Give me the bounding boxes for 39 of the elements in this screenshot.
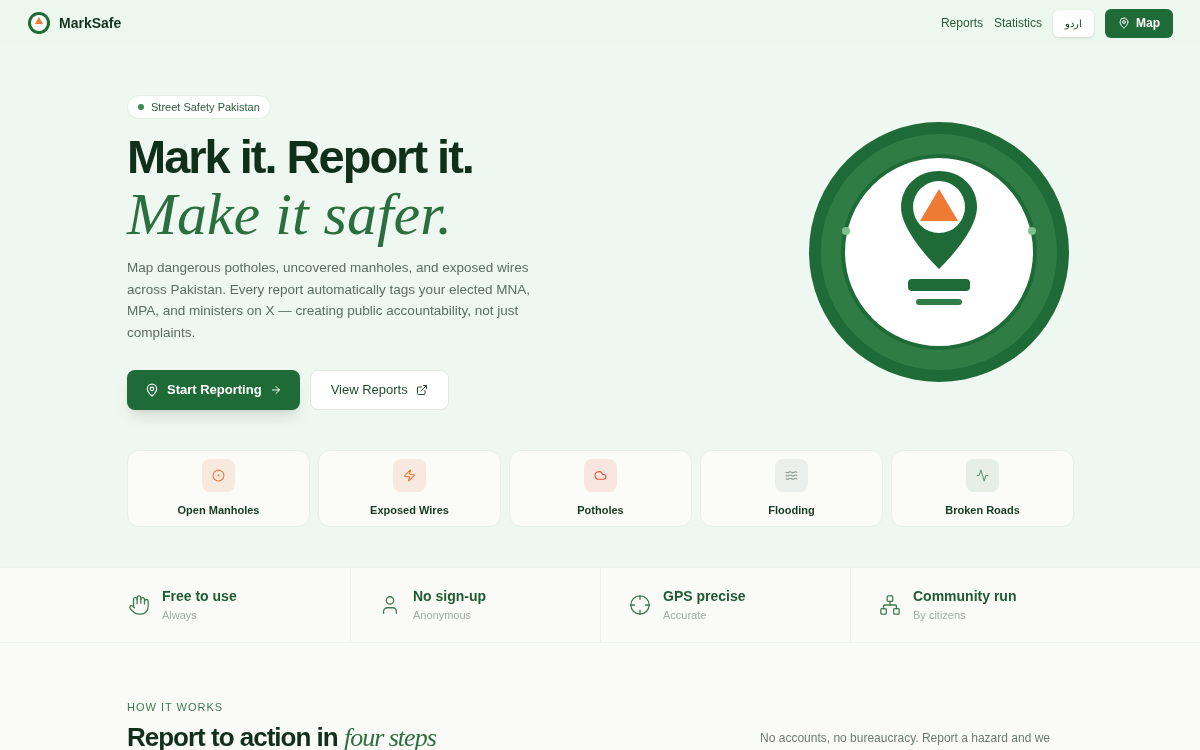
- category-label: Potholes: [577, 502, 624, 518]
- arrow-icon: [269, 384, 282, 396]
- feature-subtitle: By citizens: [913, 608, 967, 624]
- nav-link[interactable]: Statistics: [994, 14, 1042, 32]
- brand-name: MarkSafe: [59, 13, 122, 33]
- category-label: Exposed Wires: [370, 502, 449, 518]
- nav-link[interactable]: Reports: [940, 14, 983, 32]
- feature-title: Free to use: [162, 587, 237, 607]
- category-card[interactable]: Potholes: [509, 450, 692, 527]
- hero-description: Map dangerous potholes, uncovered manholes, and exposed wires across Pakistan. Every report automatically tags your elected MNA, MPA, and ministers on X — creating public accountability, not just complaints.: [127, 259, 531, 342]
- pin-icon: [1118, 17, 1130, 29]
- network-icon: [879, 594, 901, 616]
- feature-subtitle: Always: [162, 608, 198, 624]
- section-eyebrow: HOW IT WORKS: [127, 700, 225, 715]
- category-card[interactable]: Broken Roads: [891, 450, 1074, 527]
- section-intro: No accounts, no bureaucracy. Report a hazard and we: [760, 730, 1050, 747]
- category-card[interactable]: Exposed Wires: [318, 450, 501, 527]
- category-label: Open Manholes: [177, 502, 260, 518]
- map-button[interactable]: Map: [1105, 8, 1173, 38]
- pin-icon: [145, 383, 159, 397]
- hand-icon: [128, 594, 150, 616]
- category-label: Flooding: [768, 502, 815, 518]
- feature-title: Community run: [913, 587, 1017, 607]
- category-label: Broken Roads: [945, 502, 1020, 518]
- tag-text: Street Safety Pakistan: [151, 99, 260, 115]
- feature-subtitle: Anonymous: [413, 608, 473, 624]
- hero-subtitle: Make it safer.: [127, 183, 453, 245]
- category-card[interactable]: Open Manholes: [127, 450, 310, 527]
- feature-title: No sign-up: [413, 587, 487, 607]
- external-link-icon: [415, 384, 428, 396]
- logo-icon: [27, 11, 51, 35]
- view-reports-button[interactable]: View Reports: [309, 370, 449, 410]
- feature-title: GPS precise: [663, 587, 746, 607]
- crosshair-icon: [629, 594, 651, 616]
- feature-subtitle: Accurate: [663, 608, 708, 624]
- hero-title: Mark it. Report it.: [127, 131, 474, 183]
- category-card[interactable]: Flooding: [700, 450, 883, 527]
- language-button[interactable]: اردو: [1053, 9, 1094, 37]
- start-reporting-button[interactable]: Start Reporting: [127, 370, 300, 410]
